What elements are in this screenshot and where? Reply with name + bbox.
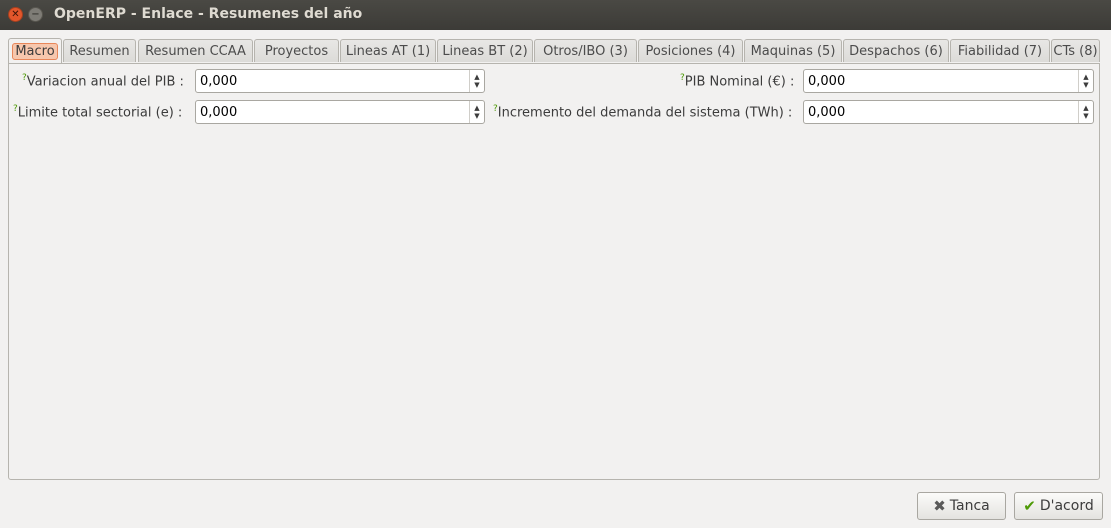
spin-arrows[interactable]: ▲ ▼ [1078, 101, 1093, 123]
tab-resumen-ccaa[interactable]: Resumen CCAA [138, 39, 253, 62]
spin-arrows[interactable]: ▲ ▼ [469, 70, 484, 92]
limite-sectorial-input[interactable] [200, 103, 465, 121]
close-icon[interactable]: ✕ [8, 7, 23, 22]
spin-down-icon[interactable]: ▼ [1083, 81, 1088, 89]
window-titlebar: ✕ − OpenERP - Enlace - Resumenes del año [0, 0, 1111, 30]
variacion-pib-input[interactable] [200, 72, 465, 90]
tab-otros-ibo[interactable]: Otros/IBO (3) [534, 39, 637, 62]
tab-lineas-bt[interactable]: Lineas BT (2) [437, 39, 533, 62]
pib-nominal-input[interactable] [808, 72, 1073, 90]
incremento-demanda-input[interactable] [808, 103, 1073, 121]
check-icon: ✔ [1023, 497, 1036, 515]
cancel-button-label: Tanca [949, 498, 990, 514]
tab-resumen[interactable]: Resumen [63, 39, 136, 62]
spin-up-icon[interactable]: ▲ [1083, 104, 1088, 112]
spin-up-icon[interactable]: ▲ [474, 104, 479, 112]
spin-down-icon[interactable]: ▼ [1083, 112, 1088, 120]
spin-arrows[interactable]: ▲ ▼ [1078, 70, 1093, 92]
spin-up-icon[interactable]: ▲ [1083, 73, 1088, 81]
tab-fiabilidad[interactable]: Fiabilidad (7) [950, 39, 1050, 62]
tab-bar: Macro Resumen Resumen CCAA Proyectos Lin… [8, 38, 1100, 63]
tab-maquinas[interactable]: Maquinas (5) [744, 39, 842, 62]
variacion-pib-label: ?Variacion anual del PIB : [22, 73, 184, 90]
limite-sectorial-label: ?Limite total sectorial (e) : [13, 104, 183, 121]
spin-down-icon[interactable]: ▼ [474, 112, 479, 120]
pib-nominal-stepper[interactable]: ▲▼ [803, 69, 1094, 93]
tab-posiciones[interactable]: Posiciones (4) [638, 39, 743, 62]
minimize-icon[interactable]: − [28, 7, 43, 22]
limite-sectorial-stepper[interactable]: ▲▼ [195, 100, 485, 124]
incremento-demanda-label: ?Incremento del demanda del sistema (TWh… [493, 104, 793, 121]
ok-button[interactable]: ✔ D'acord [1014, 492, 1103, 520]
tab-macro[interactable]: Macro [8, 38, 62, 63]
tab-proyectos[interactable]: Proyectos [254, 39, 339, 62]
spin-arrows[interactable]: ▲ ▼ [469, 101, 484, 123]
variacion-pib-stepper[interactable]: ▲▼ [195, 69, 485, 93]
tab-lineas-at[interactable]: Lineas AT (1) [340, 39, 436, 62]
pib-nominal-label: ?PIB Nominal (€) : [680, 73, 795, 90]
ok-button-label: D'acord [1039, 498, 1094, 514]
cancel-icon: ✖ [933, 497, 946, 515]
tab-cts[interactable]: CTs (8) [1051, 39, 1100, 62]
spin-down-icon[interactable]: ▼ [474, 81, 479, 89]
cancel-button[interactable]: ✖ Tanca [917, 492, 1006, 520]
macro-panel [8, 63, 1100, 480]
tab-despachos[interactable]: Despachos (6) [843, 39, 949, 62]
incremento-demanda-stepper[interactable]: ▲▼ [803, 100, 1094, 124]
window-title: OpenERP - Enlace - Resumenes del año [54, 6, 363, 22]
spin-up-icon[interactable]: ▲ [474, 73, 479, 81]
